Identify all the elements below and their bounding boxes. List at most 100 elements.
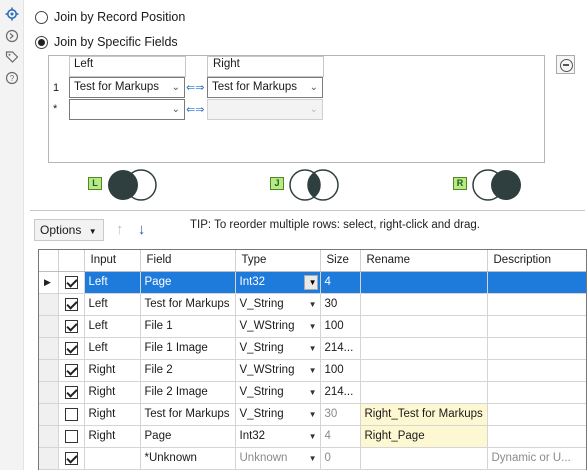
rename-cell[interactable] (360, 271, 488, 294)
select-cell[interactable] (58, 359, 85, 382)
row-indicator[interactable] (39, 447, 59, 470)
size-cell[interactable]: 30 (320, 403, 361, 426)
row-indicator[interactable] (39, 293, 59, 316)
radio-fields[interactable] (35, 35, 48, 49)
dropdown-arrow-icon[interactable]: ▼ (309, 278, 317, 287)
type-cell[interactable]: V_String ▼ (235, 337, 321, 360)
size-cell[interactable]: 30 (320, 293, 361, 316)
description-cell[interactable] (487, 293, 586, 316)
select-cell[interactable] (58, 271, 85, 294)
dropdown-arrow-icon[interactable]: ▼ (309, 410, 317, 419)
description-cell[interactable] (487, 381, 586, 404)
left-field-select[interactable]: Test for Markups ⌄ (69, 77, 185, 98)
swap-arrows-icon[interactable]: ⇐⇒ (186, 103, 204, 116)
right-field-select[interactable]: Test for Markups ⌄ (207, 77, 323, 98)
tag-icon[interactable] (5, 50, 19, 64)
type-cell[interactable]: V_String ▼ (235, 381, 321, 404)
remove-join-field-button[interactable] (556, 55, 575, 74)
rename-cell[interactable] (360, 381, 488, 404)
select-cell[interactable] (58, 381, 85, 404)
select-cell[interactable] (58, 337, 85, 360)
column-type[interactable]: Type (235, 250, 321, 272)
row-indicator[interactable] (39, 425, 59, 448)
move-down-button[interactable]: ↓ (131, 219, 153, 241)
type-cell[interactable]: Int32 ▼ (235, 271, 321, 294)
description-cell[interactable] (487, 271, 586, 294)
column-size[interactable]: Size (320, 250, 361, 272)
grid-row[interactable]: Right File 2 V_WString ▼ 100 (39, 359, 586, 382)
select-checkbox[interactable] (64, 451, 78, 465)
dropdown-arrow-icon[interactable]: ▼ (309, 366, 317, 375)
column-field[interactable]: Field (140, 250, 236, 272)
rename-cell[interactable] (360, 447, 488, 470)
grid-row[interactable]: ▶ Left Page Int32 ▼ 4 (39, 271, 586, 294)
select-checkbox[interactable] (64, 275, 78, 289)
dropdown-arrow-icon[interactable]: ▼ (309, 432, 317, 441)
dropdown-arrow-icon[interactable]: ▼ (309, 344, 317, 353)
grid-row[interactable]: Left Test for Markups V_String ▼ 30 (39, 293, 586, 316)
help-icon[interactable]: ? (5, 71, 19, 85)
grid-row[interactable]: Left File 1 V_WString ▼ 100 (39, 315, 586, 338)
description-cell[interactable] (487, 359, 586, 382)
size-cell[interactable]: 0 (320, 447, 361, 470)
column-description[interactable]: Description (487, 250, 586, 272)
description-cell[interactable] (487, 403, 586, 426)
dropdown-arrow-icon[interactable]: ▼ (309, 388, 317, 397)
type-cell[interactable]: V_String ▼ (235, 403, 321, 426)
join-by-fields-option[interactable]: Join by Specific Fields (35, 35, 178, 49)
type-cell[interactable]: Int32 ▼ (235, 425, 321, 448)
row-indicator[interactable] (39, 381, 59, 404)
size-cell[interactable]: 4 (320, 271, 361, 294)
radio-position[interactable] (35, 10, 48, 24)
size-cell[interactable]: 4 (320, 425, 361, 448)
description-cell[interactable] (487, 315, 586, 338)
description-cell[interactable] (487, 337, 586, 360)
select-checkbox[interactable] (64, 341, 78, 355)
size-cell[interactable]: 100 (320, 315, 361, 338)
dropdown-arrow-icon[interactable]: ▼ (309, 300, 317, 309)
type-cell[interactable]: Unknown ▼ (235, 447, 321, 470)
select-cell[interactable] (58, 315, 85, 338)
row-indicator[interactable] (39, 403, 59, 426)
swap-arrows-icon[interactable]: ⇐⇒ (186, 81, 204, 94)
row-indicator[interactable] (39, 315, 59, 338)
left-field-select-new[interactable]: ⌄ (69, 99, 185, 120)
grid-row[interactable]: *Unknown Unknown ▼ 0 Dynamic or U... (39, 447, 586, 470)
grid-row[interactable]: Right File 2 Image V_String ▼ 214... (39, 381, 586, 404)
grid-row[interactable]: Right Test for Markups V_String ▼ 30 Right_Te… (39, 403, 586, 426)
rename-cell[interactable]: Right_Page (360, 425, 488, 448)
column-input[interactable]: Input (84, 250, 141, 272)
rename-cell[interactable] (360, 359, 488, 382)
grid-row[interactable]: Right Page Int32 ▼ 4 Right_Page (39, 425, 586, 448)
rename-cell[interactable] (360, 337, 488, 360)
type-cell[interactable]: V_WString ▼ (235, 315, 321, 338)
type-cell[interactable]: V_String ▼ (235, 293, 321, 316)
arrow-circle-icon[interactable] (5, 29, 19, 43)
select-cell[interactable] (58, 403, 85, 426)
select-cell[interactable] (58, 293, 85, 316)
options-button[interactable]: Options ▼ (34, 218, 104, 241)
dropdown-arrow-icon[interactable]: ▼ (309, 454, 317, 463)
size-cell[interactable]: 100 (320, 359, 361, 382)
gear-icon[interactable] (5, 7, 19, 21)
select-checkbox[interactable] (64, 385, 78, 399)
size-cell[interactable]: 214... (320, 381, 361, 404)
select-checkbox[interactable] (64, 429, 78, 443)
grid-row[interactable]: Left File 1 Image V_String ▼ 214... (39, 337, 586, 360)
rename-cell[interactable]: Right_Test for Markups (360, 403, 488, 426)
rename-cell[interactable] (360, 315, 488, 338)
select-checkbox[interactable] (64, 407, 78, 421)
row-indicator[interactable] (39, 337, 59, 360)
select-cell[interactable] (58, 425, 85, 448)
select-cell[interactable] (58, 447, 85, 470)
description-cell[interactable]: Dynamic or U... (487, 447, 586, 470)
description-cell[interactable] (487, 425, 586, 448)
join-by-position-option[interactable]: Join by Record Position (35, 10, 185, 24)
rename-cell[interactable] (360, 293, 488, 316)
move-up-button[interactable]: ↑ (109, 219, 131, 241)
select-checkbox[interactable] (64, 297, 78, 311)
row-indicator[interactable] (39, 359, 59, 382)
column-rename[interactable]: Rename (360, 250, 488, 272)
size-cell[interactable]: 214... (320, 337, 361, 360)
dropdown-arrow-icon[interactable]: ▼ (309, 322, 317, 331)
